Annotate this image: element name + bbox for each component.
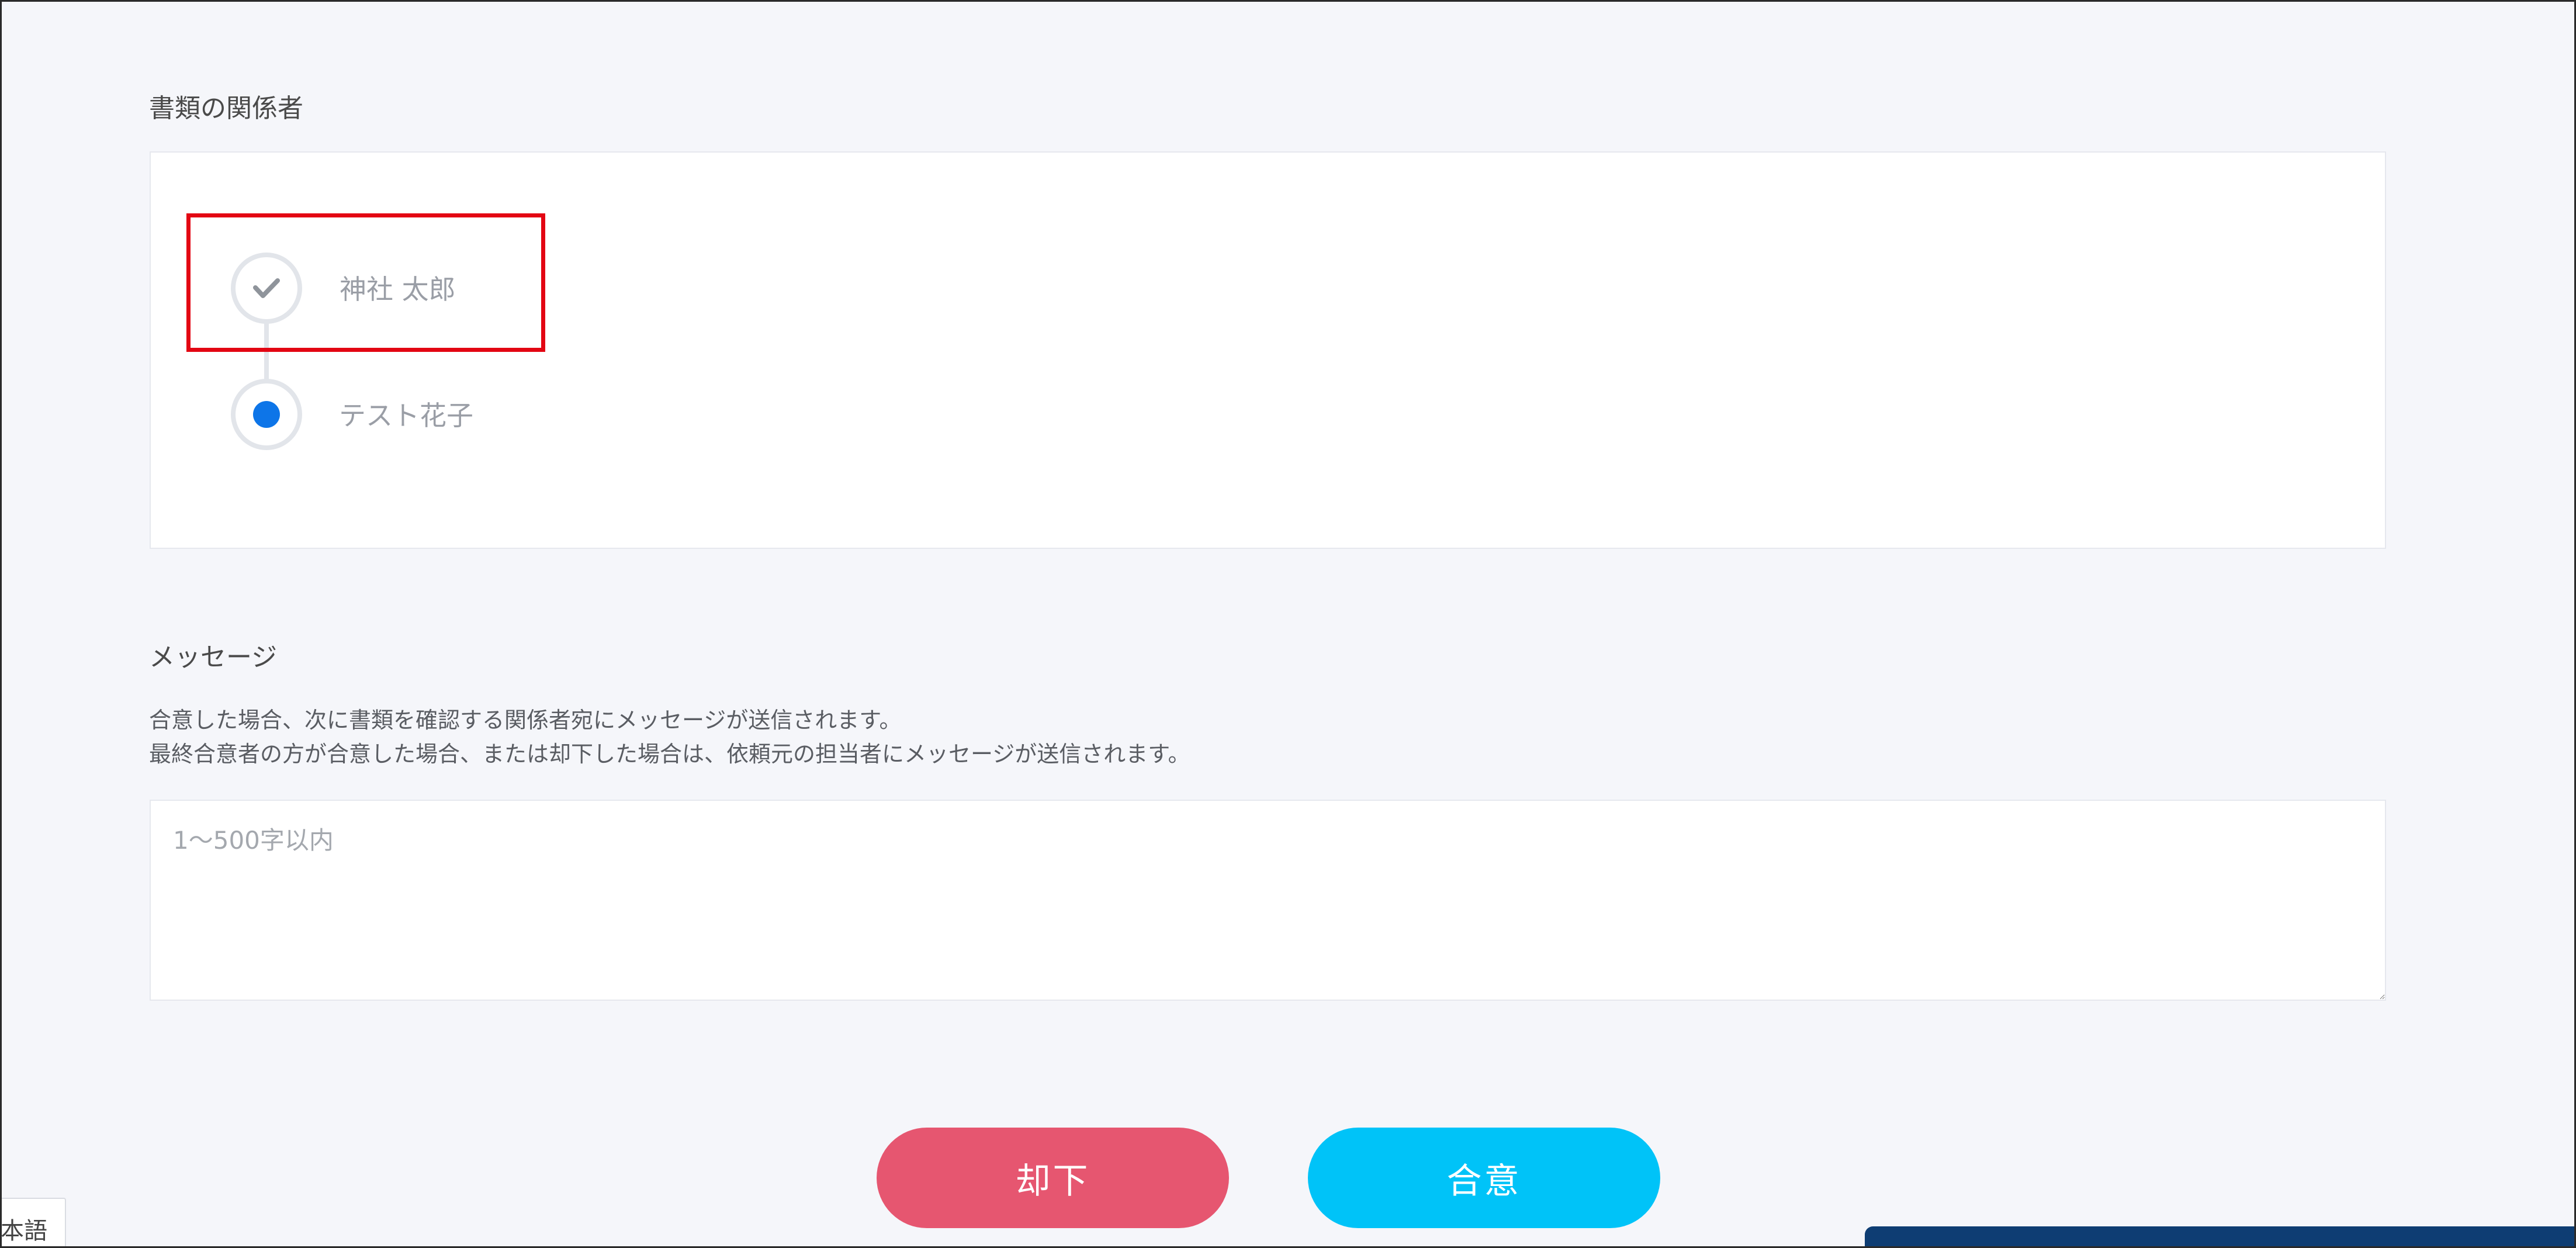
reject-button[interactable]: 却下 xyxy=(877,1128,1229,1228)
step-2-status-icon xyxy=(231,379,302,450)
message-help-line-1: 合意した場合、次に書類を確認する関係者宛にメッセージが送信されます。 xyxy=(149,707,902,733)
message-help-line-2: 最終合意者の方が合意した場合、または却下した場合は、依頼元の担当者にメッセージが… xyxy=(149,741,1190,767)
current-dot-icon xyxy=(253,401,280,428)
highlight-annotation xyxy=(186,213,545,352)
footer-bar xyxy=(1865,1226,2574,1246)
page: 書類の関係者 神社 太郎 テスト花子 メッセージ 合意した場合、次に書類を確認す… xyxy=(0,0,2576,1248)
language-selector[interactable]: 本語 xyxy=(2,1198,66,1246)
message-section-title: メッセージ xyxy=(149,642,278,672)
agree-button[interactable]: 合意 xyxy=(1308,1128,1660,1228)
parties-section-title: 書類の関係者 xyxy=(149,94,303,123)
party-name-2: テスト花子 xyxy=(339,400,473,431)
message-input[interactable] xyxy=(150,800,2386,1001)
